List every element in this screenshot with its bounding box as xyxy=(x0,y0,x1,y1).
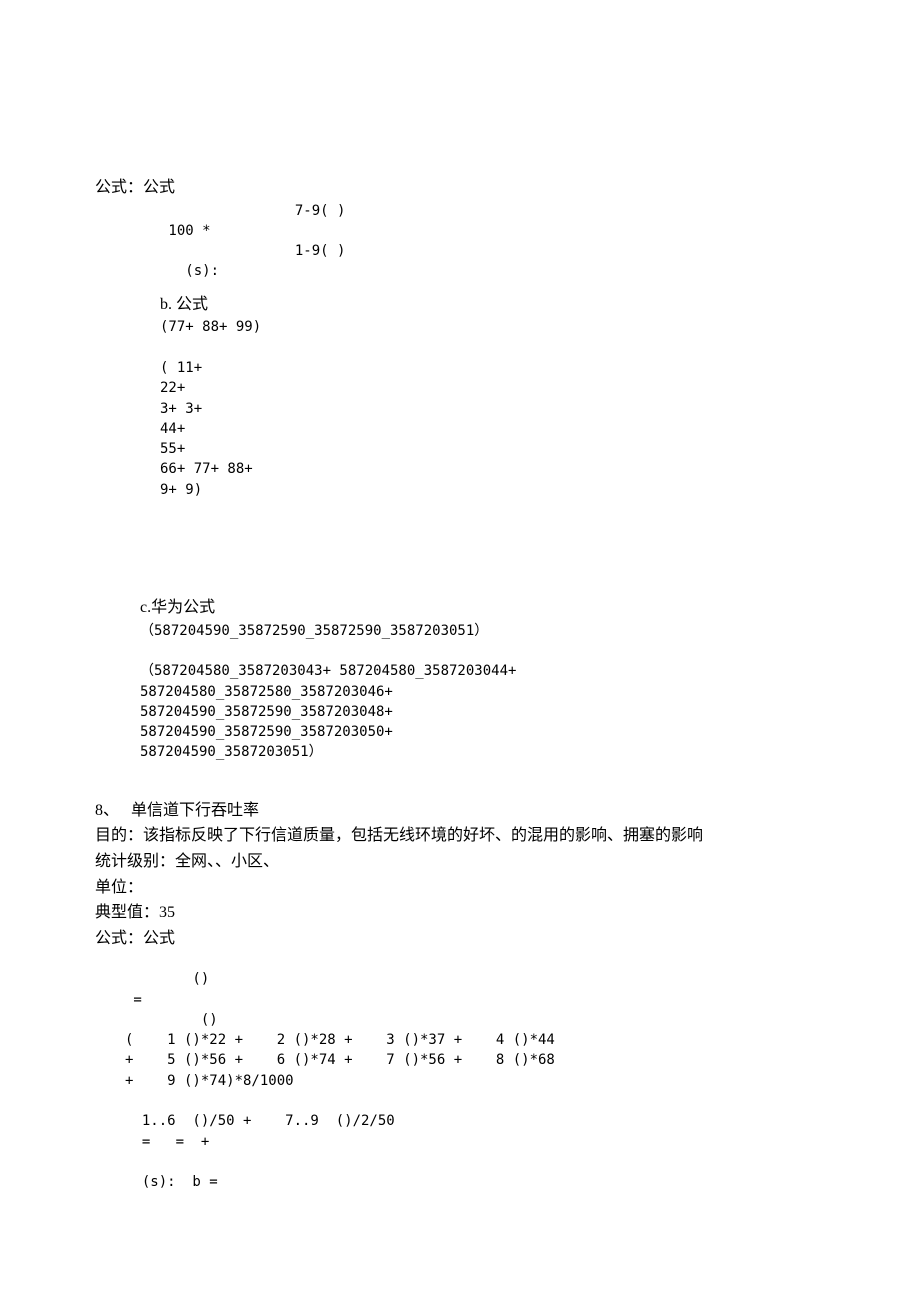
item-8-level: 统计级别：全网、、小区、 xyxy=(95,849,825,875)
formula-label-1: 公式：公式 xyxy=(95,175,825,201)
item-8-heading: 8、 单信道下行吞吐率 xyxy=(95,798,825,824)
item-8-formula: () = () ( 1 ()*22 + 2 ()*28 + 3 ()*37 + … xyxy=(125,969,825,1192)
item-number: 8、 xyxy=(95,802,119,819)
formula-c: （587204590_35872590_35872590_3587203051）… xyxy=(140,621,825,763)
item-8-unit: 单位： xyxy=(95,875,825,901)
item-8-typical: 典型值：35 xyxy=(95,900,825,926)
formula-b: (77+ 88+ 99) ( 11+ 22+ 3+ 3+ 44+ 55+ 66+… xyxy=(160,317,825,500)
formula-c-title: c.华为公式 xyxy=(140,595,825,621)
formula-b-title: b. 公式 xyxy=(160,292,825,318)
item-8-formula-label: 公式：公式 xyxy=(95,926,825,952)
item-8-purpose: 目的：该指标反映了下行信道质量，包括无线环境的好坏、的混用的影响、拥塞的影响 xyxy=(95,823,825,849)
formula-a: 7-9( ) 100 * 1-9( ) (s): xyxy=(160,201,825,282)
item-title: 单信道下行吞吐率 xyxy=(131,802,259,819)
